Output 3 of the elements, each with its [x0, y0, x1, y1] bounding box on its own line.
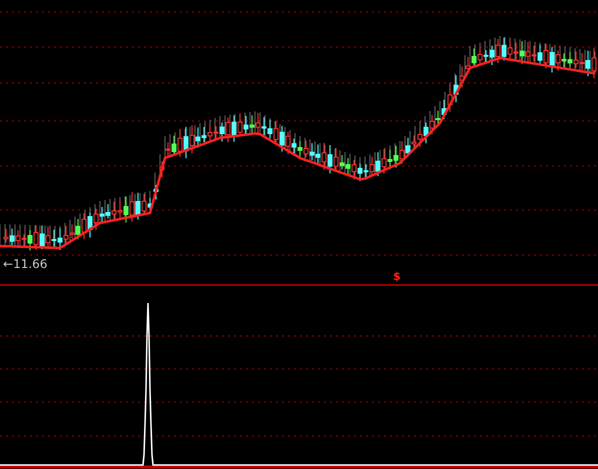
price-label: 11.66 — [13, 257, 48, 271]
signal-mark: $ — [393, 270, 401, 283]
arrow-icon: ← — [3, 257, 14, 271]
